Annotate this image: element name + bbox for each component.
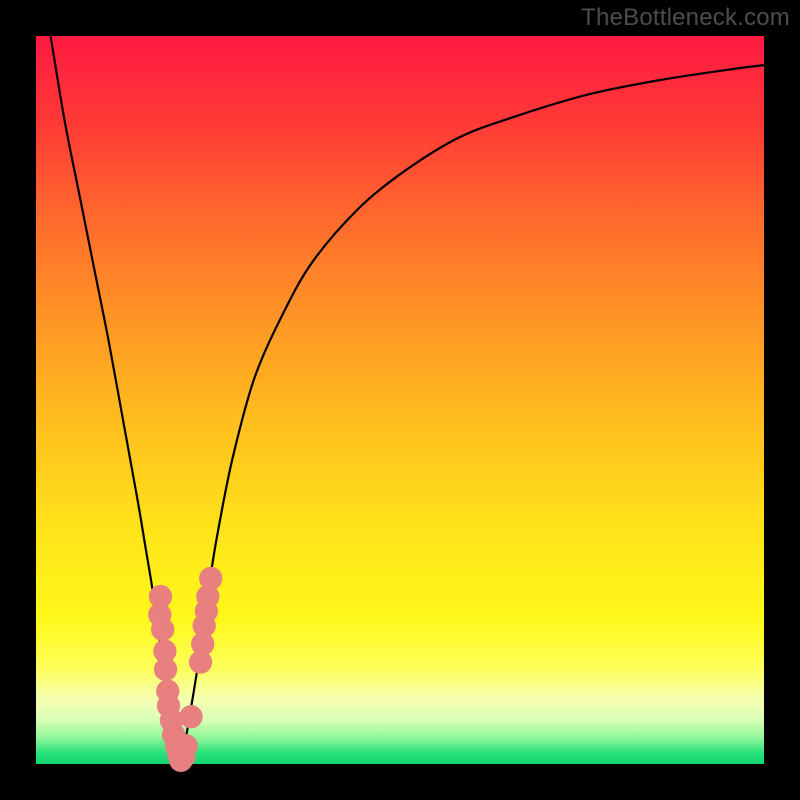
data-point: [174, 734, 197, 757]
data-point: [199, 567, 222, 590]
data-point: [179, 705, 202, 728]
data-point: [151, 618, 174, 641]
data-point: [154, 658, 177, 681]
bottleneck-chart: [0, 0, 800, 800]
watermark-text: TheBottleneck.com: [581, 4, 790, 32]
gradient-background: [36, 36, 764, 764]
chart-frame: TheBottleneck.com: [0, 0, 800, 800]
